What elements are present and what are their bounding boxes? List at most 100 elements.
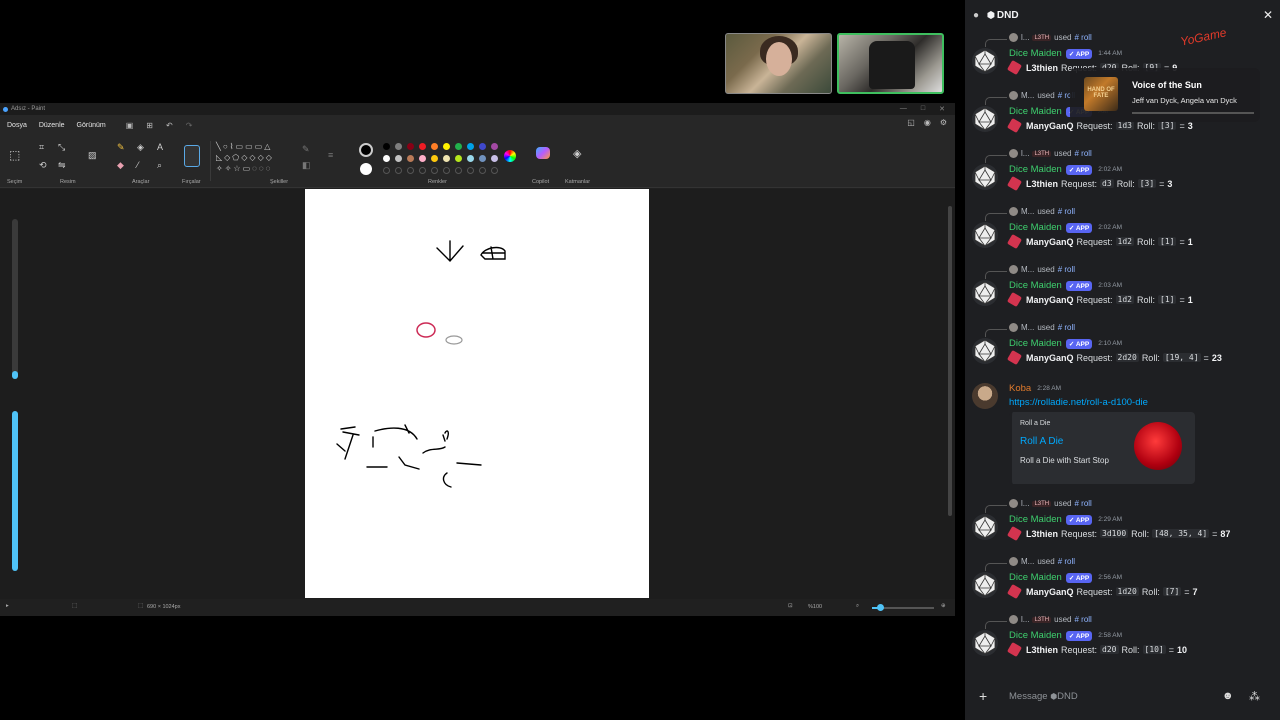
empty-swatch[interactable] bbox=[443, 167, 450, 174]
primary-color[interactable] bbox=[359, 143, 373, 157]
brush-size-slider[interactable] bbox=[12, 219, 18, 379]
reply-context[interactable]: l... L3TH used # roll bbox=[1009, 615, 1092, 624]
layers-icon[interactable]: ◈ bbox=[573, 149, 581, 160]
command-name[interactable]: # roll bbox=[1074, 149, 1091, 158]
resize-icon[interactable]: ⤡ bbox=[58, 143, 65, 152]
empty-swatch[interactable] bbox=[431, 167, 438, 174]
command-name[interactable]: # roll bbox=[1058, 557, 1075, 566]
empty-swatch[interactable] bbox=[407, 167, 414, 174]
comment-icon[interactable]: ◱ bbox=[907, 118, 915, 127]
text-icon[interactable]: A bbox=[157, 143, 163, 152]
menu-file[interactable]: Dosya bbox=[7, 122, 27, 129]
color-swatch[interactable] bbox=[467, 143, 474, 150]
reply-context[interactable]: l... L3TH used # roll bbox=[1009, 33, 1092, 42]
maximize-icon[interactable]: □ bbox=[921, 105, 925, 113]
vertical-scrollbar[interactable] bbox=[948, 206, 952, 516]
shape-size-icon[interactable]: ≡ bbox=[328, 151, 333, 160]
chat-bubble-icon[interactable]: ● bbox=[973, 10, 979, 21]
apps-icon[interactable]: ⁂ bbox=[1249, 690, 1260, 703]
copilot-icon[interactable] bbox=[536, 147, 550, 159]
reply-context[interactable]: l... L3TH used # roll bbox=[1009, 149, 1092, 158]
color-swatch[interactable] bbox=[407, 155, 414, 162]
bot-name[interactable]: Dice Maiden bbox=[1009, 48, 1062, 59]
empty-swatch[interactable] bbox=[395, 167, 402, 174]
zoom-in-icon[interactable]: ⊕ bbox=[941, 603, 946, 609]
koba-author[interactable]: Koba bbox=[1009, 383, 1031, 394]
embed-title[interactable]: Roll A Die bbox=[1020, 436, 1063, 447]
save-icon[interactable]: ▣ bbox=[126, 121, 134, 130]
menu-edit[interactable]: Düzenle bbox=[39, 122, 65, 129]
color-swatch[interactable] bbox=[383, 155, 390, 162]
command-name[interactable]: # roll bbox=[1074, 499, 1091, 508]
fill-shape-icon[interactable]: ◧ bbox=[302, 161, 311, 170]
bot-avatar[interactable] bbox=[972, 572, 998, 598]
command-name[interactable]: # roll bbox=[1058, 323, 1075, 332]
drawing-canvas[interactable] bbox=[305, 189, 649, 598]
color-swatch[interactable] bbox=[419, 155, 426, 162]
secondary-color[interactable] bbox=[360, 163, 372, 175]
color-swatch[interactable] bbox=[395, 143, 402, 150]
color-swatch[interactable] bbox=[383, 143, 390, 150]
bot-avatar[interactable] bbox=[972, 514, 998, 540]
minimize-icon[interactable]: — bbox=[900, 105, 907, 113]
command-name[interactable]: # roll bbox=[1074, 33, 1091, 42]
color-swatch[interactable] bbox=[479, 143, 486, 150]
empty-swatch[interactable] bbox=[383, 167, 390, 174]
color-swatch[interactable] bbox=[467, 155, 474, 162]
reply-context[interactable]: M...used# roll bbox=[1009, 265, 1075, 274]
bot-avatar[interactable] bbox=[972, 164, 998, 190]
close-icon[interactable]: ✕ bbox=[1263, 8, 1273, 22]
color-swatch[interactable] bbox=[395, 155, 402, 162]
bot-avatar[interactable] bbox=[972, 106, 998, 132]
image-select-icon[interactable]: ▨ bbox=[88, 151, 97, 160]
edit-colors-icon[interactable] bbox=[504, 150, 516, 162]
undo-icon[interactable]: ↶ bbox=[166, 121, 173, 130]
empty-swatch[interactable] bbox=[479, 167, 486, 174]
empty-swatch[interactable] bbox=[491, 167, 498, 174]
settings-icon[interactable]: ⚙ bbox=[940, 118, 947, 127]
select-rect-icon[interactable]: ⬚ bbox=[9, 149, 20, 161]
account-icon[interactable]: ◉ bbox=[924, 118, 931, 127]
menu-view[interactable]: Görünüm bbox=[77, 122, 106, 129]
opacity-slider[interactable] bbox=[12, 411, 18, 571]
crop-icon[interactable]: ⌗ bbox=[39, 143, 44, 152]
bot-name[interactable]: Dice Maiden bbox=[1009, 630, 1062, 641]
outline-icon[interactable]: ✎ bbox=[302, 145, 310, 154]
redo-icon[interactable]: ↷ bbox=[186, 121, 193, 130]
bot-name[interactable]: Dice Maiden bbox=[1009, 572, 1062, 583]
open-icon[interactable]: ⊞ bbox=[146, 121, 153, 130]
bot-name[interactable]: Dice Maiden bbox=[1009, 106, 1062, 117]
zoom-level[interactable]: %100 bbox=[808, 604, 822, 610]
emoji-icon[interactable]: ☻ bbox=[1222, 690, 1234, 702]
empty-swatch[interactable] bbox=[419, 167, 426, 174]
flip-icon[interactable]: ⇋ bbox=[58, 161, 66, 170]
reply-context[interactable]: M...used# roll bbox=[1009, 557, 1075, 566]
zoom-slider[interactable] bbox=[872, 604, 934, 611]
reply-context[interactable]: M...used# roll bbox=[1009, 323, 1075, 332]
command-name[interactable]: # roll bbox=[1058, 265, 1075, 274]
color-swatch[interactable] bbox=[479, 155, 486, 162]
color-swatch[interactable] bbox=[455, 143, 462, 150]
koba-link[interactable]: https://rolladie.net/roll-a-d100-die bbox=[1009, 397, 1148, 408]
close-icon[interactable]: ✕ bbox=[939, 105, 945, 113]
color-swatch[interactable] bbox=[431, 155, 438, 162]
zoom-out-icon[interactable]: ⌕ bbox=[856, 603, 859, 610]
bot-name[interactable]: Dice Maiden bbox=[1009, 338, 1062, 349]
bot-name[interactable]: Dice Maiden bbox=[1009, 164, 1062, 175]
add-icon[interactable]: + bbox=[979, 688, 987, 704]
brush-icon[interactable] bbox=[184, 145, 200, 167]
magnifier-icon[interactable]: ⌕ bbox=[157, 161, 162, 170]
bot-name[interactable]: Dice Maiden bbox=[1009, 514, 1062, 525]
bot-name[interactable]: Dice Maiden bbox=[1009, 280, 1062, 291]
reply-context[interactable]: l... L3TH used # roll bbox=[1009, 499, 1092, 508]
empty-swatch[interactable] bbox=[467, 167, 474, 174]
bot-avatar[interactable] bbox=[972, 280, 998, 306]
color-swatch[interactable] bbox=[491, 143, 498, 150]
color-swatch[interactable] bbox=[431, 143, 438, 150]
bot-name[interactable]: Dice Maiden bbox=[1009, 222, 1062, 233]
color-swatch[interactable] bbox=[419, 143, 426, 150]
empty-swatch[interactable] bbox=[455, 167, 462, 174]
color-swatch[interactable] bbox=[491, 155, 498, 162]
shapes-palette[interactable]: ╲○⌇▭▭▭△ ◺◇⬠◇◇◇◇ ✧✧☆▭◌◌◌ bbox=[216, 141, 292, 175]
command-name[interactable]: # roll bbox=[1058, 207, 1075, 216]
